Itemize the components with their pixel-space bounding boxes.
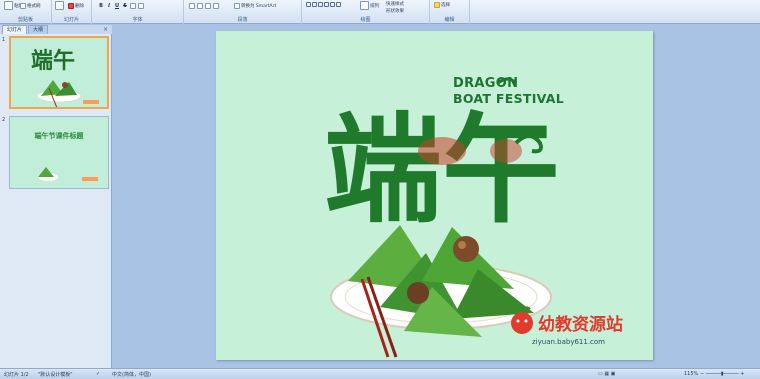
slide-thumbnail-1[interactable]: 端午: [9, 36, 109, 109]
shape-icon[interactable]: [330, 2, 335, 7]
slide-thumbnail-2[interactable]: 端午节课件标题: [9, 116, 109, 189]
delete-slide-button[interactable]: 删除: [68, 3, 84, 9]
close-icon[interactable]: ×: [103, 26, 108, 33]
slides-group: 删除 幻灯片: [52, 0, 92, 24]
shape-icon[interactable]: [336, 2, 341, 7]
thumbnail-2-title: 端午节课件标题: [34, 132, 84, 140]
strikethrough-button[interactable]: S: [122, 3, 128, 9]
slides-group-label: 幻灯片: [63, 17, 79, 23]
delete-icon: [68, 3, 74, 9]
format-painter-button[interactable]: 格式刷: [20, 3, 41, 9]
editing-group: 选择 编辑: [430, 0, 470, 24]
logo-text: 幼教资源站: [538, 314, 623, 335]
title-chinese: 端午: [324, 100, 560, 239]
zoom-slider[interactable]: − ─────▮───── +: [700, 371, 744, 377]
clipboard-group: 粘贴 格式刷 剪贴板: [0, 0, 52, 24]
thumbnail-number: 2: [2, 117, 6, 123]
zoom-level[interactable]: 115%: [684, 371, 698, 377]
clipboard-group-label: 剪贴板: [17, 17, 33, 23]
format-painter-icon: [20, 3, 26, 9]
language-indicator: 中文(简体，中国): [112, 372, 151, 378]
italic-button[interactable]: I: [106, 3, 112, 9]
align-center-icon[interactable]: [197, 3, 203, 9]
smartart-button[interactable]: 转换为 SmartArt: [234, 3, 276, 9]
ribbon: 粘贴 格式刷 剪贴板 删除 幻灯片 B I U S 字体 转换为 SmartAr…: [0, 0, 760, 24]
slides-panel: 幻灯片 大纲 × 1 端午 2 端午节课件标题: [0, 25, 112, 368]
arrange-button[interactable]: 排列: [360, 1, 379, 10]
slide-artwork: 端午 幼教资源站: [324, 77, 623, 358]
thumbnail-2-art: [10, 117, 108, 188]
paste-icon: [4, 1, 13, 10]
font-size-icon[interactable]: [138, 3, 144, 9]
select-icon: [434, 2, 440, 8]
shape-icon[interactable]: [324, 2, 329, 7]
shape-icon[interactable]: [312, 2, 317, 7]
arrange-icon: [360, 1, 369, 10]
font-format-row: B I U S: [98, 3, 144, 9]
svg-text:端午: 端午: [31, 48, 75, 74]
logo-url: ziyuan.baby611.com: [532, 338, 606, 346]
new-slide-button[interactable]: [55, 1, 64, 10]
quick-styles-button[interactable]: 快速样式: [386, 1, 404, 7]
new-slide-icon: [55, 1, 64, 10]
editing-group-label: 编辑: [444, 17, 455, 23]
slide-canvas[interactable]: 端午 幼教资源站 DRAGON BOAT FESTIVAL ziyuan.bab…: [216, 31, 653, 360]
drawing-group-label: 绘图: [360, 17, 371, 23]
font-color-icon[interactable]: [130, 3, 136, 9]
underline-button[interactable]: U: [114, 3, 120, 9]
drawing-group: 排列 快速样式 形状效果 绘图: [302, 0, 430, 24]
tab-outline[interactable]: 大纲: [28, 25, 49, 34]
tab-slides[interactable]: 幻灯片: [2, 25, 28, 34]
paragraph-group: 转换为 SmartArt 段落: [184, 0, 302, 24]
align-left-icon[interactable]: [189, 3, 195, 9]
align-right-icon[interactable]: [205, 3, 211, 9]
shape-icon[interactable]: [306, 2, 311, 7]
shape-effects-button[interactable]: 形状效果: [386, 8, 404, 14]
status-bar: 幻灯片 1/2 "默认设计模板" ✓ 中文(简体，中国) ▭ ▦ ▣ 115% …: [0, 368, 760, 379]
view-buttons[interactable]: ▭ ▦ ▣: [598, 371, 615, 377]
panel-tabs: 幻灯片 大纲: [0, 25, 112, 34]
theme-name: "默认设计模板": [38, 372, 73, 378]
shapes-gallery[interactable]: [306, 2, 341, 7]
bold-button[interactable]: B: [98, 3, 104, 9]
justify-icon[interactable]: [213, 3, 219, 9]
font-group-label: 字体: [132, 17, 143, 23]
paragraph-align-row: [189, 3, 219, 9]
paragraph-group-label: 段落: [237, 17, 248, 23]
title-english-line1: DRAGON: [453, 76, 519, 91]
font-group: B I U S 字体: [92, 0, 184, 24]
slide-counter: 幻灯片 1/2: [4, 372, 29, 378]
shape-icon[interactable]: [318, 2, 323, 7]
thumbnail-number: 1: [2, 37, 6, 43]
select-button[interactable]: 选择: [434, 2, 450, 8]
thumbnail-1-art: 端午: [11, 38, 107, 107]
spellcheck-icon[interactable]: ✓: [96, 371, 100, 377]
smartart-icon: [234, 3, 240, 9]
title-english-line2: BOAT FESTIVAL: [453, 91, 565, 106]
